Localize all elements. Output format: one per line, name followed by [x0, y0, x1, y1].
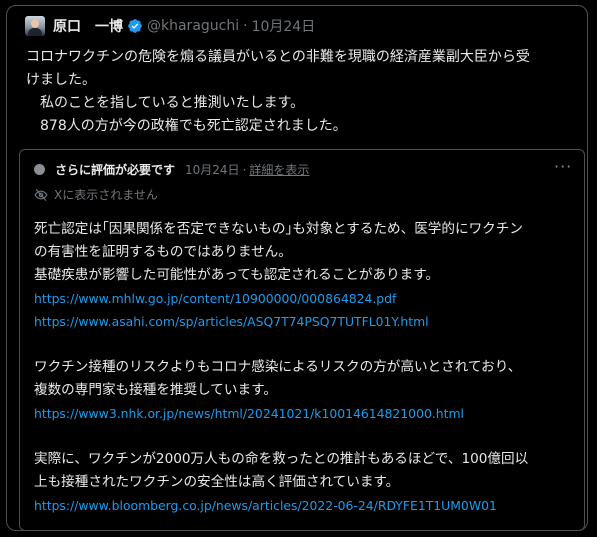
note-status-title: さらに評価が必要です	[55, 163, 176, 177]
status-dot-icon	[34, 164, 45, 175]
note-body: 死亡認定は｢因果関係を否定できないもの｣も対象とするため、医学的にワクチン の有…	[34, 218, 579, 517]
tweet-date[interactable]: 10月24日	[252, 16, 316, 36]
more-options-icon[interactable]: ···	[554, 159, 571, 175]
note-date: 10月24日	[185, 163, 240, 177]
handle[interactable]: @kharaguchi	[147, 18, 239, 34]
avatar[interactable]	[25, 16, 45, 36]
tweet-line: コロナワクチンの危険を煽る議員がいるとの非難を現職の経済産業副大臣から受	[26, 49, 530, 65]
note-header: さらに評価が必要です 10月24日 · 詳細を表示	[34, 161, 309, 178]
note-line: 複数の専門家も接種を推奨しています。	[34, 382, 277, 398]
tweet-line: けました。	[26, 72, 96, 88]
note-line: 基礎疾患が影響した可能性があっても認定されることがあります。	[34, 267, 440, 283]
note-line: 実際に、ワクチンが2000万人もの命を救ったとの推計もあるほどで、100億回以	[34, 451, 529, 467]
eye-off-icon	[34, 188, 48, 201]
tweet-card[interactable]: 原口 一博 @kharaguchi · 10月24日 コロナワクチンの危険を煽る…	[6, 5, 588, 531]
verified-badge-icon	[128, 19, 142, 33]
tweet-line: 878人の方が今の政権でも死亡認定されました。	[26, 118, 347, 134]
note-separator: ·	[242, 162, 247, 177]
source-link[interactable]: https://www.bloomberg.co.jp/news/article…	[34, 494, 579, 517]
show-details-link[interactable]: 詳細を表示	[249, 161, 309, 178]
community-note: さらに評価が必要です 10月24日 · 詳細を表示 ··· Xに表示されません …	[19, 149, 585, 531]
note-line: ワクチン接種のリスクよりもコロナ感染によるリスクの方が高いとされており、	[34, 359, 522, 375]
tweet-text: コロナワクチンの危険を煽る議員がいるとの非難を現職の経済産業副大臣から受 けまし…	[26, 46, 586, 138]
note-line: 死亡認定は｢因果関係を否定できないもの｣も対象とするため、医学的にワクチン	[34, 221, 523, 237]
not-shown-label: Xに表示されません	[54, 188, 158, 202]
source-link[interactable]: https://www3.nhk.or.jp/news/html/2024102…	[34, 402, 579, 425]
display-name[interactable]: 原口 一博	[53, 16, 123, 36]
separator-dot: ·	[243, 18, 248, 34]
note-line: の有害性を証明するものではありません。	[34, 244, 292, 260]
not-shown-on-x: Xに表示されません	[34, 186, 158, 203]
source-link[interactable]: https://www.asahi.com/sp/articles/ASQ7T7…	[34, 310, 579, 333]
note-line: 上も接種されたワクチンの安全性は高く評価されています。	[34, 474, 400, 490]
tweet-header: 原口 一博 @kharaguchi · 10月24日	[25, 14, 315, 38]
source-link[interactable]: https://www.mhlw.go.jp/content/10900000/…	[34, 287, 579, 310]
tweet-line: 私のことを指していると推測いたします。	[26, 95, 305, 111]
